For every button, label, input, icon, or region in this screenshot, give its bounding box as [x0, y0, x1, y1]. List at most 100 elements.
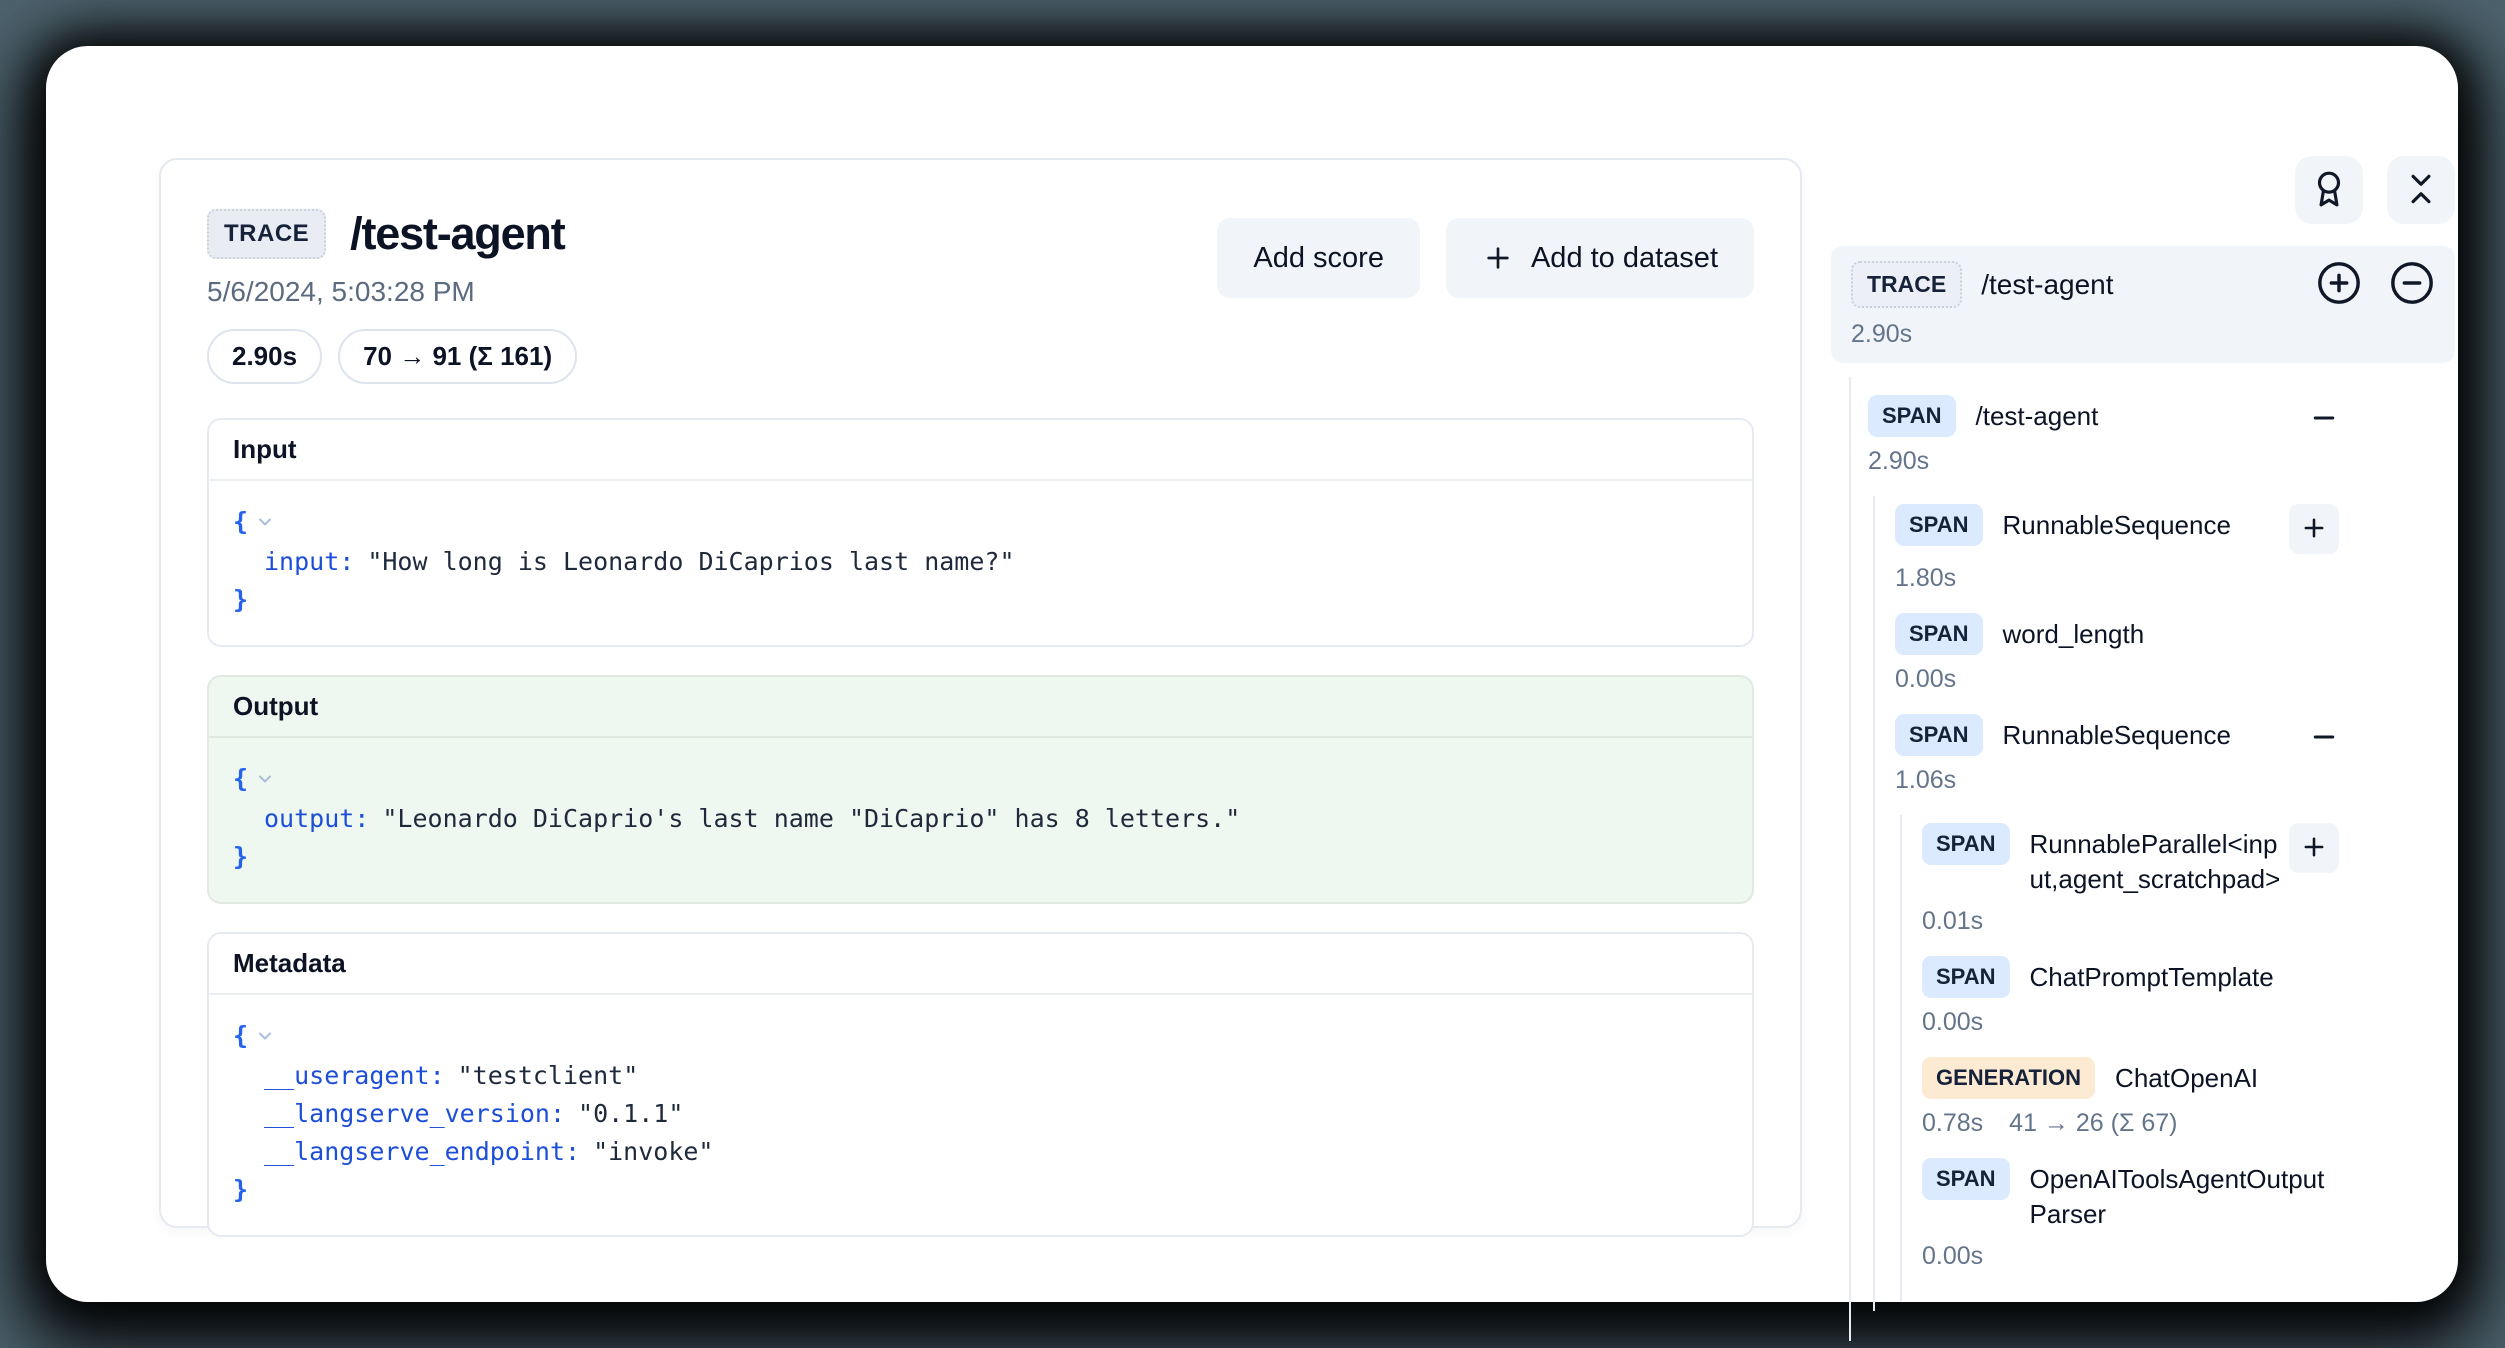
- tree-root-name: /test-agent: [1981, 269, 2113, 301]
- json-entry: __langserve_endpoint:"invoke": [233, 1133, 1728, 1171]
- json-open-line: {: [233, 503, 1728, 543]
- trace-header: TRACE /test-agent 5/6/2024, 5:03:28 PM 2…: [207, 208, 1754, 384]
- tree-node-row[interactable]: SPAN RunnableSequence: [1895, 714, 2339, 756]
- json-key: __langserve_endpoint:: [264, 1137, 580, 1166]
- json-close-line: }: [233, 838, 1728, 876]
- tree-node: SPAN RunnableSequence 1.06s: [1895, 714, 2339, 795]
- json-value: "0.1.1": [578, 1099, 683, 1128]
- tree-node-name: ChatOpenAI: [2115, 1057, 2258, 1096]
- span-type-badge: SPAN: [1922, 956, 2010, 998]
- plus-circle-icon: [2316, 294, 2362, 309]
- add-score-button[interactable]: Add score: [1217, 218, 1420, 298]
- chevron-down-icon[interactable]: [255, 1019, 275, 1057]
- tree-node-duration: 1.80s: [1895, 564, 1956, 593]
- input-section: Input { input:"How long is Leonardo DiCa…: [207, 418, 1754, 647]
- tree-level-3: SPAN RunnableParallel<input,agent_scratc…: [1900, 815, 2339, 1301]
- input-section-title: Input: [209, 420, 1752, 481]
- minus-icon: [2309, 421, 2339, 436]
- open-brace: {: [233, 507, 248, 536]
- tree-node-duration: 0.78s: [1922, 1109, 1983, 1138]
- tree-node-name: OpenAIToolsAgentOutputParser: [2030, 1158, 2340, 1232]
- tree-root-row[interactable]: TRACE /test-agent 2.90s: [1831, 246, 2455, 363]
- award-icon: [2310, 170, 2348, 211]
- tree-node-row[interactable]: SPAN RunnableParallel<input,agent_scratc…: [1922, 823, 2339, 897]
- tree-node: SPAN word_length 0.00s: [1895, 613, 2339, 694]
- collapse-node-button[interactable]: [2309, 722, 2339, 755]
- tree-node-row[interactable]: GENERATION ChatOpenAI: [1922, 1057, 2339, 1099]
- title-row: TRACE /test-agent: [207, 208, 577, 260]
- tree-node-duration: 0.00s: [1895, 665, 1956, 694]
- collapse-all-button[interactable]: [2389, 260, 2435, 309]
- add-to-dataset-button[interactable]: Add to dataset: [1446, 218, 1754, 298]
- close-brace: }: [233, 585, 248, 614]
- tree-node-duration: 2.90s: [1868, 447, 1929, 476]
- app-window: TRACE /test-agent 5/6/2024, 5:03:28 PM 2…: [46, 46, 2458, 1302]
- tree-node: SPAN /test-agent 2.90s: [1868, 395, 2339, 476]
- json-entry: __useragent:"testclient": [233, 1057, 1728, 1095]
- tree-root-row-top: TRACE /test-agent: [1851, 260, 2435, 309]
- io-sections: Input { input:"How long is Leonardo DiCa…: [207, 418, 1754, 1237]
- chevron-down-icon[interactable]: [255, 762, 275, 800]
- trace-type-badge: TRACE: [1851, 261, 1962, 308]
- trace-stats: 2.90s 70 → 91 (Σ 161): [207, 329, 577, 384]
- tree-node-duration: 0.00s: [1922, 1008, 1983, 1037]
- tree-node-tokens: 41 → 26 (Σ 67): [2009, 1109, 2177, 1138]
- open-brace: {: [233, 1021, 248, 1050]
- tree-node-row[interactable]: SPAN ChatPromptTemplate: [1922, 956, 2339, 998]
- expand-node-button[interactable]: [2289, 823, 2339, 873]
- tree-node-row[interactable]: SPAN word_length: [1895, 613, 2339, 655]
- plus-icon: [2300, 514, 2328, 545]
- span-type-badge: SPAN: [1895, 714, 1983, 756]
- observation-tree-panel: TRACE /test-agent 2.90s SPAN /test-ag: [1831, 156, 2455, 1341]
- tree-node-name: RunnableParallel<input,agent_scratchpad>: [2030, 823, 2290, 897]
- page-background: TRACE /test-agent 5/6/2024, 5:03:28 PM 2…: [0, 0, 2505, 1348]
- tree-node: SPAN OpenAIToolsAgentOutputParser 0.00s: [1922, 1158, 2339, 1271]
- tree-node: GENERATION ChatOpenAI 0.78s 41 → 26 (Σ 6…: [1922, 1057, 2339, 1138]
- tree-node-row[interactable]: SPAN /test-agent: [1868, 395, 2339, 437]
- tree-node-row[interactable]: SPAN OpenAIToolsAgentOutputParser: [1922, 1158, 2339, 1232]
- latency-badge: 2.90s: [207, 329, 322, 384]
- trace-actions: Add score Add to dataset: [1217, 208, 1754, 298]
- metadata-section: Metadata { __useragent:"testclient" __la…: [207, 932, 1754, 1237]
- span-type-badge: SPAN: [1895, 504, 1983, 546]
- tree-node-duration: 1.06s: [1895, 766, 1956, 795]
- tree-node-name: RunnableSequence: [2003, 504, 2231, 543]
- annotate-button[interactable]: [2295, 156, 2363, 224]
- json-key: __langserve_version:: [264, 1099, 565, 1128]
- tree-node-row[interactable]: SPAN RunnableSequence: [1895, 504, 2339, 554]
- trace-type-badge: TRACE: [207, 209, 326, 259]
- span-type-badge: SPAN: [1922, 1158, 2010, 1200]
- chevron-down-icon[interactable]: [255, 505, 275, 543]
- metadata-json: { __useragent:"testclient" __langserve_v…: [209, 995, 1752, 1235]
- collapse-panel-button[interactable]: [2387, 156, 2455, 224]
- tree-node-duration: 0.01s: [1922, 907, 1983, 936]
- collapse-node-button[interactable]: [2309, 403, 2339, 436]
- json-entry: __langserve_version: "0.1.1": [233, 1095, 1728, 1133]
- trace-header-left: TRACE /test-agent 5/6/2024, 5:03:28 PM 2…: [207, 208, 577, 384]
- minus-circle-icon: [2389, 294, 2435, 309]
- add-to-dataset-label: Add to dataset: [1531, 242, 1718, 275]
- minus-icon: [2309, 740, 2339, 755]
- json-value: "Leonardo DiCaprio's last name "DiCaprio…: [382, 804, 1240, 833]
- metadata-section-title: Metadata: [209, 934, 1752, 995]
- plus-icon: [1482, 242, 1514, 274]
- json-key: output:: [264, 804, 369, 833]
- json-close-line: }: [233, 1171, 1728, 1209]
- json-value: "How long is Leonardo DiCaprios last nam…: [367, 547, 1014, 576]
- generation-type-badge: GENERATION: [1922, 1057, 2095, 1099]
- observation-tree: SPAN /test-agent 2.90s SPAN RunnableSequ…: [1831, 377, 2339, 1341]
- expand-all-button[interactable]: [2316, 260, 2362, 309]
- json-close-line: }: [233, 581, 1728, 619]
- page-title: /test-agent: [350, 208, 564, 260]
- trace-detail-card: TRACE /test-agent 5/6/2024, 5:03:28 PM 2…: [159, 158, 1802, 1228]
- tree-toolbar: [1831, 156, 2455, 224]
- json-open-line: {: [233, 760, 1728, 800]
- tree-node-name: /test-agent: [1976, 395, 2099, 434]
- tree-node-name: word_length: [2003, 613, 2145, 652]
- tree-node: SPAN RunnableParallel<input,agent_scratc…: [1922, 823, 2339, 936]
- add-score-label: Add score: [1253, 242, 1384, 275]
- expand-node-button[interactable]: [2289, 504, 2339, 554]
- close-brace: }: [233, 842, 248, 871]
- close-brace: }: [233, 1175, 248, 1204]
- output-section-title: Output: [209, 677, 1752, 738]
